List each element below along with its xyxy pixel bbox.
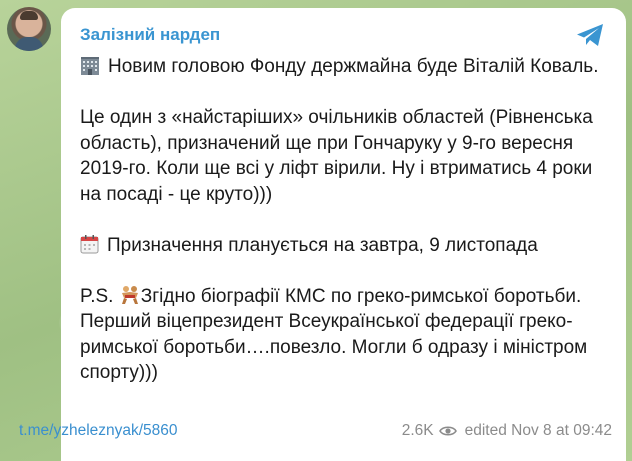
eye-icon	[438, 426, 457, 436]
message-line-1: Новим головою Фонду держмайна буде Вітал…	[80, 54, 606, 80]
office-building-icon	[81, 57, 99, 75]
message-text: Новим головою Фонду держмайна буде Вітал…	[80, 54, 606, 386]
message-paragraph-2: Це один з «найстаріших» очільників облас…	[80, 107, 593, 205]
telegram-icon[interactable]	[575, 22, 606, 48]
message-datetime: Nov 8 at 09:42	[511, 422, 612, 439]
edited-label: edited	[464, 422, 507, 439]
calendar-icon	[80, 234, 99, 253]
avatar-shirt	[15, 37, 43, 51]
message-ps: P.S. Згідно біографії КМС по греко-римсь…	[80, 284, 606, 386]
ps-text: Згідно біографії КМС по греко-римської б…	[80, 285, 588, 384]
avatar-hair	[20, 11, 38, 20]
message-line-1-text: Новим головою Фонду держмайна буде Вітал…	[108, 56, 599, 77]
message-header: Залізний нардеп	[80, 24, 606, 54]
wrestling-icon	[121, 285, 138, 304]
channel-name[interactable]: Залізний нардеп	[80, 25, 220, 44]
message-meta: 2.6K edited Nov 8 at 09:42	[402, 422, 612, 440]
message-paragraph-3-text: Призначення планується на завтра, 9 лист…	[107, 234, 538, 256]
message-footer: t.me/yzheleznyak/5860 2.6K edited Nov 8 …	[19, 422, 612, 444]
message-bubble: Залізний нардеп Новим головою Фонду держ…	[61, 8, 626, 461]
ps-prefix: P.S.	[80, 285, 114, 307]
channel-avatar[interactable]	[7, 7, 51, 51]
views-count: 2.6K	[401, 422, 434, 439]
post-link[interactable]: t.me/yzheleznyak/5860	[19, 422, 178, 440]
message-paragraph-3: Призначення планується на завтра, 9 лист…	[80, 233, 606, 259]
